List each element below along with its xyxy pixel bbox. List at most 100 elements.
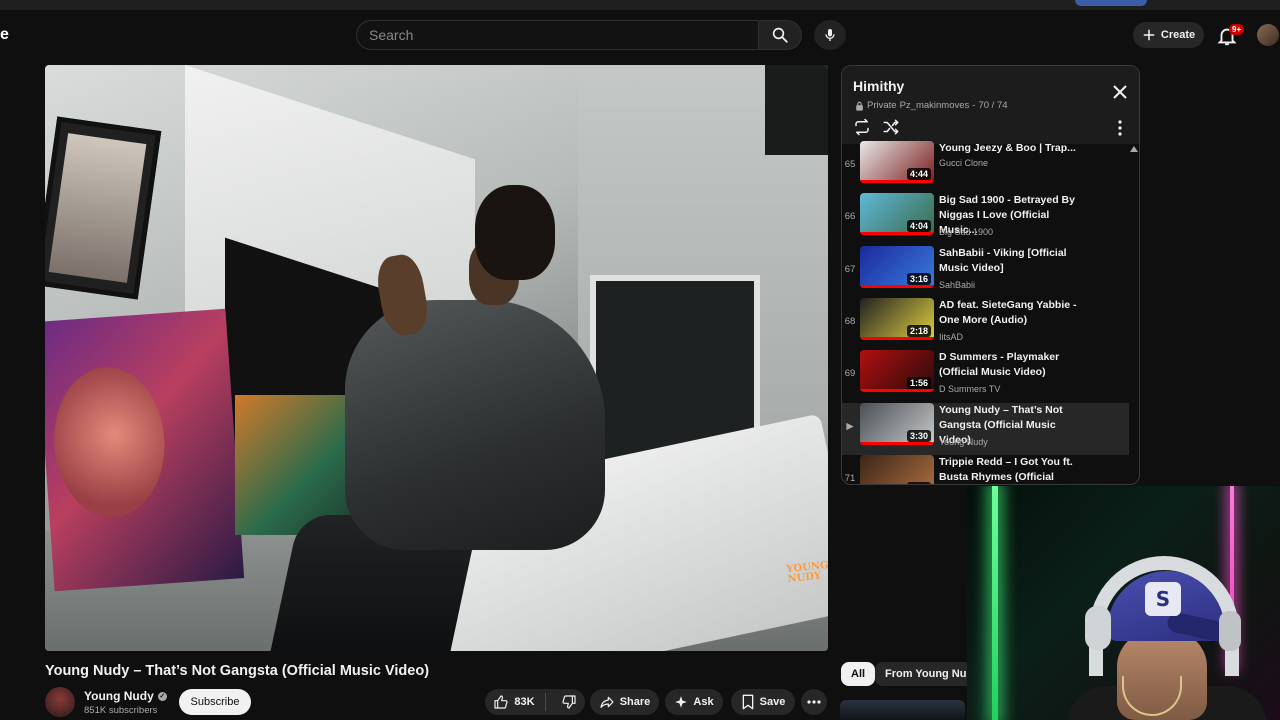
playlist-item-index: 69 xyxy=(844,368,856,380)
playlist-visibility: Private xyxy=(867,100,897,111)
channel-name[interactable]: Young Nudy ✓ xyxy=(84,689,167,703)
playlist-item-thumbnail[interactable]: 1:56 xyxy=(860,350,934,393)
verified-icon: ✓ xyxy=(157,691,167,701)
like-button[interactable]: 83K xyxy=(493,693,546,711)
playlist-item-title: Trippie Redd – I Got You ft. Busta Rhyme… xyxy=(939,455,1073,483)
playlist-item-duration: 4:44 xyxy=(906,168,931,180)
youtube-logo-fragment[interactable]: e xyxy=(0,26,9,44)
like-dislike-group: 83K xyxy=(485,689,585,715)
playlist-panel: Himithy Private Pz_makinmoves - 70 / 74 … xyxy=(841,65,1140,485)
playlist-header: Himithy Private Pz_makinmoves - 70 / 74 xyxy=(842,66,1139,144)
share-button[interactable]: Share xyxy=(590,689,659,715)
search-icon xyxy=(772,27,788,43)
playlist-item-index: 66 xyxy=(844,211,856,223)
subscribe-button[interactable]: Subscribe xyxy=(179,689,251,715)
playlist-scrollbar[interactable] xyxy=(1129,144,1139,484)
watched-progress-bar xyxy=(860,232,934,236)
watched-progress-bar xyxy=(860,284,934,288)
playlist-title[interactable]: Himithy xyxy=(853,78,904,94)
playlist-item-index: 67 xyxy=(844,263,856,275)
video-player[interactable]: YOUNG NUDY xyxy=(45,65,828,651)
playlist-item-channel: D Summers TV xyxy=(939,384,1001,395)
playlist-item[interactable]: 65 4:44 Young Jeezy & Boo | Trap... Gucci C… xyxy=(842,141,1129,193)
scroll-up-arrow-icon[interactable] xyxy=(1130,146,1138,152)
search-bar xyxy=(356,20,802,50)
watched-progress-bar xyxy=(860,336,934,340)
webcam-green-led-strip xyxy=(992,486,998,720)
share-label: Share xyxy=(619,696,651,708)
now-playing-indicator: ▶ xyxy=(846,420,854,432)
lock-icon xyxy=(856,101,863,111)
playlist-item-title: SahBabii - Viking [Official Music Video] xyxy=(939,246,1067,274)
playlist-item-title: D Summers - Playmaker (Official Music Vi… xyxy=(939,351,1060,379)
thumbs-down-icon xyxy=(561,695,576,709)
ask-button[interactable]: Ask xyxy=(665,689,723,715)
account-avatar[interactable] xyxy=(1257,24,1279,46)
playlist-item[interactable]: 69 1:56 D Summers - Playmaker (Official Mu… xyxy=(842,350,1129,402)
video-title: Young Nudy – That’s Not Gangsta (Officia… xyxy=(45,663,430,679)
search-button[interactable] xyxy=(758,20,802,50)
chip-all[interactable]: All xyxy=(841,662,876,686)
close-icon[interactable] xyxy=(1112,84,1128,100)
webcam-headphones xyxy=(1089,556,1239,676)
playlist-item-index: 71 xyxy=(844,472,856,484)
playlist-item-thumbnail[interactable]: 3:16 xyxy=(860,245,934,288)
browser-profile-pill[interactable] xyxy=(1075,0,1147,6)
loop-icon[interactable] xyxy=(853,118,871,136)
playlist-item-channel: IitsAD xyxy=(939,331,964,342)
playlist-item-index: 68 xyxy=(844,315,856,327)
create-button[interactable]: Create xyxy=(1133,22,1204,48)
ask-label: Ask xyxy=(693,696,714,708)
recommended-thumbnail[interactable] xyxy=(840,700,965,720)
plus-icon xyxy=(1143,29,1155,41)
search-input[interactable] xyxy=(356,20,758,50)
playlist-item[interactable]: 71 3:44 Trippie Redd – I Got You ft. Busta… xyxy=(842,454,1129,484)
playlist-items: 65 4:44 Young Jeezy & Boo | Trap... Gucci C… xyxy=(842,141,1139,484)
playlist-meta: Private Pz_makinmoves - 70 / 74 xyxy=(855,100,1008,111)
create-label: Create xyxy=(1160,29,1196,41)
browser-top-strip xyxy=(0,0,1280,10)
playlist-item-thumbnail[interactable]: 3:44 xyxy=(860,454,934,484)
bookmark-icon xyxy=(742,694,753,710)
watched-progress-bar xyxy=(860,441,934,445)
channel-avatar[interactable] xyxy=(45,687,75,717)
playlist-item-duration: 3:30 xyxy=(906,429,931,442)
playlist-item-channel: SahBabii xyxy=(939,279,976,290)
more-horizontal-icon xyxy=(807,700,821,704)
playlist-item[interactable]: 68 2:18 AD feat. SieteGang Yabbie - One Mo… xyxy=(842,297,1129,350)
more-actions-button[interactable] xyxy=(801,689,827,715)
playlist-item-channel: Gucci Clone xyxy=(939,158,989,168)
subscriber-count: 851K subscribers xyxy=(84,705,158,716)
playlist-item-thumbnail[interactable]: 4:04 xyxy=(860,193,934,236)
video-frame-painting xyxy=(45,308,245,592)
playlist-item-thumbnail[interactable]: 3:30 xyxy=(860,402,934,445)
share-arrow-icon xyxy=(600,696,614,708)
playlist-item-duration: 3:44 xyxy=(906,481,931,484)
playlist-item[interactable]: 66 4:04 Big Sad 1900 - Betrayed By Niggas … xyxy=(842,193,1129,245)
shuffle-icon[interactable] xyxy=(882,118,900,136)
mic-icon xyxy=(825,29,835,41)
channel-name-text: Young Nudy xyxy=(84,689,154,703)
webcam-headphone-cup-left xyxy=(1085,606,1111,650)
video-frame-person-body xyxy=(345,300,605,550)
voice-search-button[interactable] xyxy=(814,20,846,50)
playlist-item-duration: 1:56 xyxy=(906,377,931,390)
playlist-menu-icon[interactable] xyxy=(1114,120,1126,136)
webcam-headphone-cup-right xyxy=(1219,611,1241,651)
video-watermark: YOUNG NUDY xyxy=(785,559,828,586)
save-button[interactable]: Save xyxy=(731,689,795,715)
video-frame-painting-small xyxy=(235,395,355,535)
playlist-item-channel: Young Nudy xyxy=(939,436,988,447)
thumbs-up-icon xyxy=(494,695,509,709)
video-frame-person-hair xyxy=(475,185,555,280)
playlist-item-thumbnail[interactable]: 4:44 xyxy=(860,141,934,183)
watched-progress-bar xyxy=(860,180,934,183)
playlist-item-current[interactable]: ▶ 3:30 Young Nudy – That’s Not Gangsta (Of… xyxy=(842,402,1129,455)
playlist-owner[interactable]: Pz_makinmoves xyxy=(900,100,970,111)
playlist-item[interactable]: 67 3:16 SahBabii - Viking [Official Music … xyxy=(842,245,1129,298)
playlist-position: 70 / 74 xyxy=(978,100,1008,111)
dislike-button[interactable] xyxy=(551,694,577,710)
playlist-item-title: AD feat. SieteGang Yabbie - One More (Au… xyxy=(939,298,1077,326)
video-frame-window xyxy=(765,65,828,155)
playlist-item-thumbnail[interactable]: 2:18 xyxy=(860,297,934,340)
